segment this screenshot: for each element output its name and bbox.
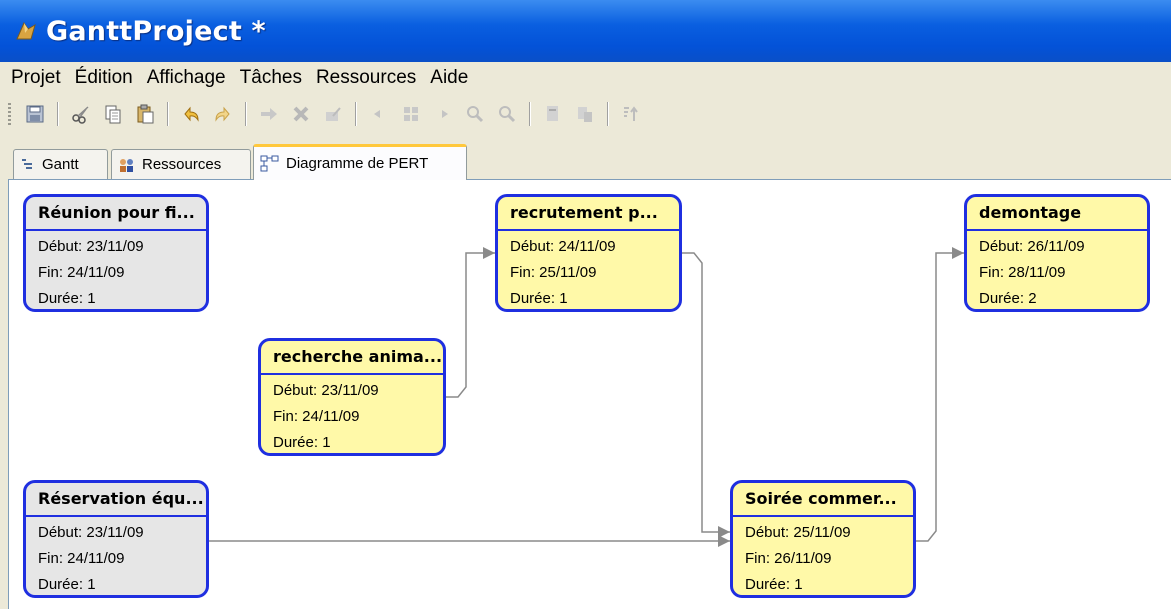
link-recherche-recrutement bbox=[446, 247, 495, 398]
toolbar-grip[interactable] bbox=[8, 103, 11, 125]
tab-ressources-label: Ressources bbox=[142, 156, 222, 173]
zoom-out-icon[interactable] bbox=[495, 102, 519, 126]
menu-taches[interactable]: Tâches bbox=[233, 62, 309, 94]
toolbar-separator bbox=[167, 102, 169, 126]
node-duration: Durée: 1 bbox=[745, 576, 803, 593]
pert-node-recrutement[interactable]: recrutement p... Début: 24/11/09 Fin: 25… bbox=[495, 194, 682, 312]
node-end: Fin: 26/11/09 bbox=[745, 550, 832, 567]
node-start: Début: 23/11/09 bbox=[38, 238, 144, 255]
toolbar-separator bbox=[355, 102, 357, 126]
pert-node-soiree[interactable]: Soirée commer... Début: 25/11/09 Fin: 26… bbox=[730, 480, 916, 598]
node-duration: Durée: 1 bbox=[273, 434, 331, 451]
node-title: Réunion pour fi... bbox=[26, 197, 206, 231]
properties-icon[interactable] bbox=[321, 102, 345, 126]
tab-pert[interactable]: Diagramme de PERT bbox=[253, 144, 467, 180]
tab-gantt-label: Gantt bbox=[42, 156, 79, 173]
node-end: Fin: 24/11/09 bbox=[38, 550, 125, 567]
undo-icon[interactable] bbox=[179, 102, 203, 126]
node-start: Début: 23/11/09 bbox=[273, 382, 379, 399]
menu-aide[interactable]: Aide bbox=[423, 62, 475, 94]
menu-ressources[interactable]: Ressources bbox=[309, 62, 423, 94]
preview-icon[interactable] bbox=[573, 102, 597, 126]
paste-icon[interactable] bbox=[133, 102, 157, 126]
tab-ressources[interactable]: Ressources bbox=[111, 149, 251, 179]
pert-node-reservation[interactable]: Réservation équ... Début: 23/11/09 Fin: … bbox=[23, 480, 209, 598]
node-start: Début: 25/11/09 bbox=[745, 524, 851, 541]
menu-bar: Projet Édition Affichage Tâches Ressourc… bbox=[0, 62, 1171, 94]
redo-icon[interactable] bbox=[211, 102, 235, 126]
menu-affichage[interactable]: Affichage bbox=[140, 62, 233, 94]
scroll-right-icon[interactable] bbox=[431, 102, 455, 126]
node-duration: Durée: 1 bbox=[510, 290, 568, 307]
toolbar bbox=[0, 94, 1171, 134]
node-title: recrutement p... bbox=[498, 197, 679, 231]
pert-diagram-icon bbox=[260, 155, 280, 173]
node-end: Fin: 24/11/09 bbox=[38, 264, 125, 281]
tab-pert-label: Diagramme de PERT bbox=[286, 155, 429, 172]
zoom-in-icon[interactable] bbox=[463, 102, 487, 126]
expand-icon[interactable] bbox=[399, 102, 423, 126]
node-duration: Durée: 1 bbox=[38, 576, 96, 593]
save-icon[interactable] bbox=[23, 102, 47, 126]
left-edge bbox=[0, 179, 8, 609]
title-bar: GanttProject * bbox=[0, 0, 1171, 62]
node-title: Soirée commer... bbox=[733, 483, 913, 517]
copy-icon[interactable] bbox=[101, 102, 125, 126]
pert-canvas[interactable]: Réunion pour fi... Début: 23/11/09 Fin: … bbox=[8, 179, 1171, 609]
pert-node-demontage[interactable]: demontage Début: 26/11/09 Fin: 28/11/09 … bbox=[964, 194, 1150, 312]
people-icon bbox=[118, 157, 136, 173]
gantt-icon bbox=[20, 157, 36, 173]
node-title: recherche anima... bbox=[261, 341, 443, 375]
node-start: Début: 23/11/09 bbox=[38, 524, 144, 541]
toolbar-separator bbox=[607, 102, 609, 126]
menu-edition[interactable]: Édition bbox=[68, 62, 140, 94]
node-start: Début: 26/11/09 bbox=[979, 238, 1085, 255]
window-title: GanttProject * bbox=[46, 15, 266, 47]
node-title: demontage bbox=[967, 197, 1147, 231]
link-recrutement-soiree bbox=[682, 252, 730, 538]
print-icon[interactable] bbox=[541, 102, 565, 126]
node-end: Fin: 28/11/09 bbox=[979, 264, 1066, 281]
delete-icon[interactable] bbox=[289, 102, 313, 126]
menu-projet[interactable]: Projet bbox=[0, 62, 68, 94]
link-soiree-demontage bbox=[916, 247, 964, 542]
tab-bar: Gantt Ressources Diagramme de PERT bbox=[0, 134, 1171, 180]
app-icon bbox=[14, 19, 38, 43]
node-start: Début: 24/11/09 bbox=[510, 238, 616, 255]
pert-node-recherche[interactable]: recherche anima... Début: 23/11/09 Fin: … bbox=[258, 338, 446, 456]
indent-icon[interactable] bbox=[257, 102, 281, 126]
node-end: Fin: 24/11/09 bbox=[273, 408, 360, 425]
sort-icon[interactable] bbox=[619, 102, 643, 126]
cut-icon[interactable] bbox=[69, 102, 93, 126]
tab-gantt[interactable]: Gantt bbox=[13, 149, 108, 179]
toolbar-separator bbox=[57, 102, 59, 126]
node-title: Réservation équ... bbox=[26, 483, 206, 517]
toolbar-separator bbox=[245, 102, 247, 126]
toolbar-separator bbox=[529, 102, 531, 126]
node-duration: Durée: 1 bbox=[38, 290, 96, 307]
node-end: Fin: 25/11/09 bbox=[510, 264, 597, 281]
pert-node-reunion[interactable]: Réunion pour fi... Début: 23/11/09 Fin: … bbox=[23, 194, 209, 312]
node-duration: Durée: 2 bbox=[979, 290, 1037, 307]
scroll-left-icon[interactable] bbox=[367, 102, 391, 126]
